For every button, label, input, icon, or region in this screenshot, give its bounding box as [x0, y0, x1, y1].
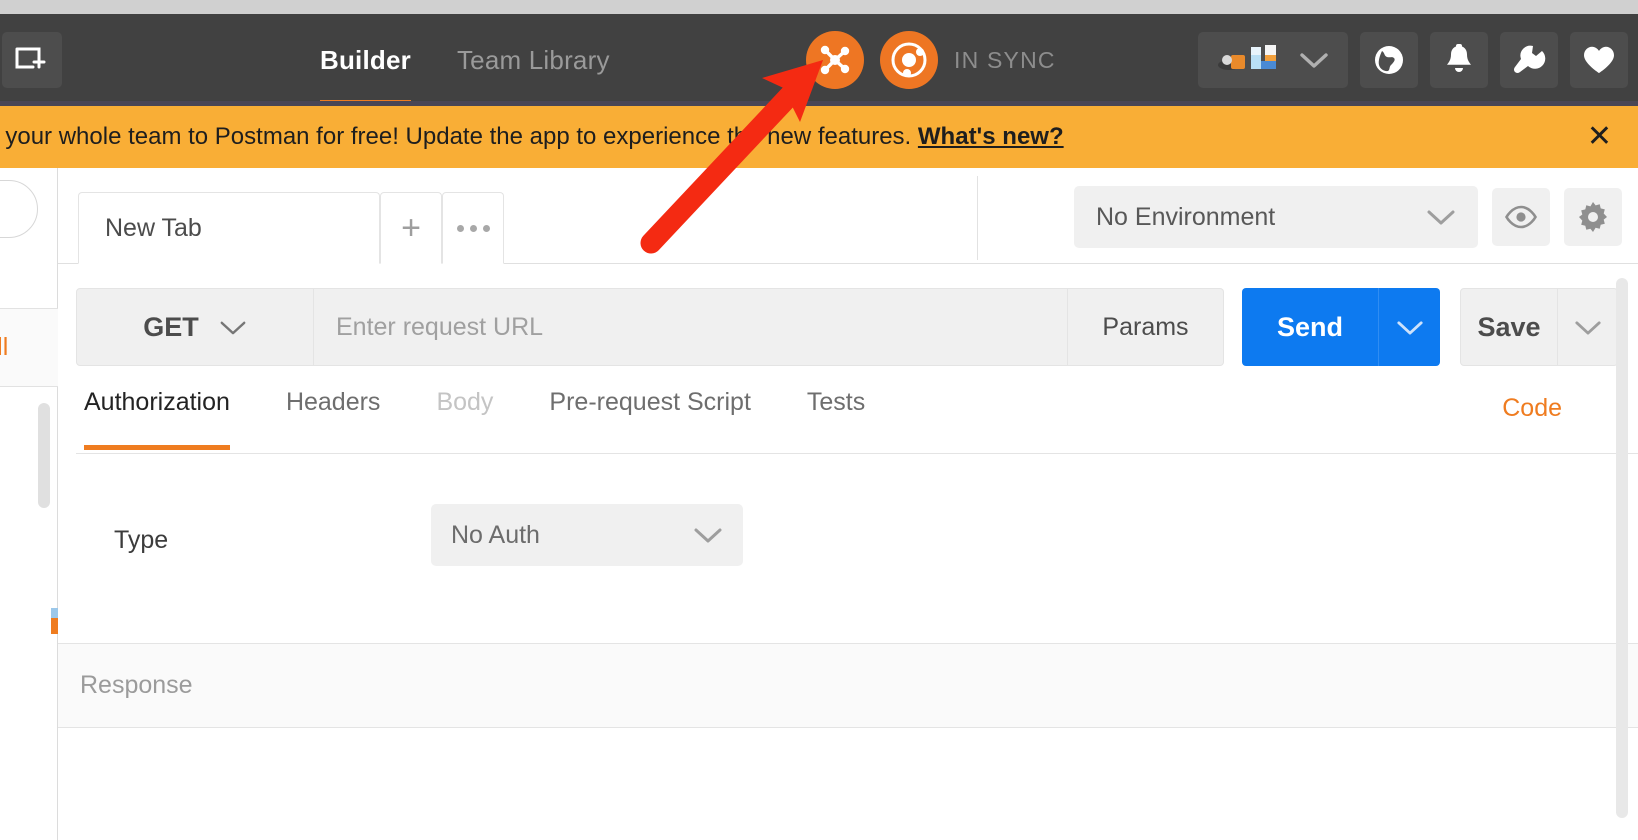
header-nav-tabs: Builder Team Library [320, 14, 610, 106]
tab-tests-label: Tests [806, 388, 866, 416]
request-url-input[interactable]: Enter request URL [314, 288, 1068, 366]
http-method-select[interactable]: GET [76, 288, 314, 366]
params-label: Params [1102, 312, 1189, 341]
authorization-pane: Type No Auth [58, 454, 1638, 644]
request-section-tabs: Authorization Headers Body Pre-request S… [76, 388, 1638, 454]
ellipsis-icon [456, 224, 490, 232]
sidebar-scrollbar[interactable] [38, 403, 50, 508]
tab-authorization-label: Authorization [84, 388, 230, 416]
globe-button[interactable] [1360, 32, 1418, 88]
gear-icon [1579, 202, 1607, 232]
promo-banner-text: ng your whole team to Postman for free! … [0, 123, 1064, 151]
sidebar: r all [0, 168, 61, 840]
eye-icon [1505, 205, 1537, 229]
request-tab-new-tab[interactable]: New Tab [78, 192, 380, 264]
favorites-button[interactable] [1570, 32, 1628, 88]
chevron-down-icon [1396, 320, 1423, 334]
send-options-button[interactable] [1378, 288, 1440, 366]
bell-icon [1447, 44, 1471, 72]
postman-window: Builder Team Library IN SYNC ng your who… [0, 0, 1638, 840]
response-label: Response [80, 671, 193, 699]
tab-body-label: Body [436, 388, 494, 416]
tab-body[interactable]: Body [408, 388, 521, 450]
auth-type-label: Type [114, 526, 169, 554]
interceptor-button[interactable] [806, 31, 864, 89]
sidebar-clear-all-label: r all [0, 333, 9, 361]
avatar-icon [1217, 43, 1287, 77]
request-tab-label: New Tab [105, 213, 202, 242]
nav-tab-builder-label: Builder [320, 44, 411, 75]
environment-quick-look-button[interactable] [1492, 188, 1550, 246]
chevron-down-icon [1300, 53, 1328, 68]
tab-pre-request-script-label: Pre-request Script [549, 388, 751, 416]
code-link[interactable]: Code [1502, 394, 1562, 423]
app-header: Builder Team Library IN SYNC [0, 14, 1638, 106]
request-tab-strip: New Tab + No Environment [58, 168, 1638, 264]
save-label: Save [1477, 311, 1541, 342]
environment-zone: No Environment [1074, 186, 1622, 248]
send-label: Send [1276, 311, 1343, 342]
window-titlebar [0, 0, 1638, 14]
environment-select[interactable]: No Environment [1074, 186, 1478, 248]
account-menu-button[interactable] [1198, 32, 1348, 88]
nav-tab-team-library-label: Team Library [456, 44, 610, 75]
tab-headers-label: Headers [285, 388, 381, 416]
globe-icon [1375, 46, 1403, 74]
tab-authorization[interactable]: Authorization [76, 388, 258, 450]
whats-new-link[interactable]: What's new? [918, 123, 1064, 150]
nav-tab-team-library[interactable]: Team Library [457, 14, 610, 106]
http-method-value: GET [143, 311, 199, 342]
save-options-button[interactable] [1558, 288, 1618, 366]
save-button[interactable]: Save [1460, 288, 1558, 366]
environment-divider [977, 176, 978, 260]
chevron-down-icon [694, 528, 722, 543]
auth-type-value: No Auth [451, 520, 540, 549]
send-button[interactable]: Send [1242, 288, 1378, 366]
chevron-down-icon [1574, 320, 1601, 334]
promo-banner: ng your whole team to Postman for free! … [0, 106, 1638, 168]
response-body [58, 728, 1638, 840]
sync-zone: IN SYNC [806, 14, 1056, 106]
notifications-button[interactable] [1430, 32, 1488, 88]
tab-pre-request-script[interactable]: Pre-request Script [521, 388, 778, 450]
new-window-button[interactable] [2, 32, 62, 88]
main-scrollbar[interactable] [1616, 278, 1628, 818]
tab-options-button[interactable] [442, 192, 504, 264]
settings-wrench-button[interactable] [1500, 32, 1558, 88]
sync-icon [891, 42, 927, 78]
chevron-down-icon [1427, 210, 1455, 225]
send-button-group: Send [1242, 288, 1440, 366]
main-pane: New Tab + No Environment GET Enter reque… [58, 168, 1638, 840]
sync-status-label: IN SYNC [954, 46, 1056, 73]
sync-button[interactable] [880, 31, 938, 89]
heart-icon [1584, 46, 1614, 73]
interceptor-icon [820, 45, 850, 75]
params-button[interactable]: Params [1068, 288, 1224, 366]
plus-icon: + [401, 209, 421, 247]
request-url-row: GET Enter request URL Params Send Save [76, 288, 1618, 366]
auth-type-select[interactable]: No Auth [431, 504, 743, 566]
add-tab-button[interactable]: + [380, 192, 442, 264]
tab-tests[interactable]: Tests [779, 388, 893, 450]
environment-select-value: No Environment [1096, 202, 1276, 231]
promo-banner-message: ng your whole team to Postman for free! … [0, 123, 912, 150]
response-header: Response [58, 644, 1638, 728]
new-window-icon [15, 47, 46, 69]
sidebar-clear-all-row[interactable]: r all [0, 309, 58, 387]
wrench-icon [1513, 45, 1546, 74]
nav-tab-builder[interactable]: Builder [320, 14, 411, 106]
sidebar-search-input[interactable] [0, 180, 38, 238]
save-button-group: Save [1460, 288, 1618, 366]
environment-manage-button[interactable] [1564, 188, 1622, 246]
chevron-down-icon [220, 321, 246, 334]
header-right-icons [1198, 14, 1628, 106]
request-url-placeholder: Enter request URL [336, 312, 544, 341]
tab-headers[interactable]: Headers [258, 388, 409, 450]
close-banner-button[interactable]: ✕ [1587, 122, 1612, 152]
